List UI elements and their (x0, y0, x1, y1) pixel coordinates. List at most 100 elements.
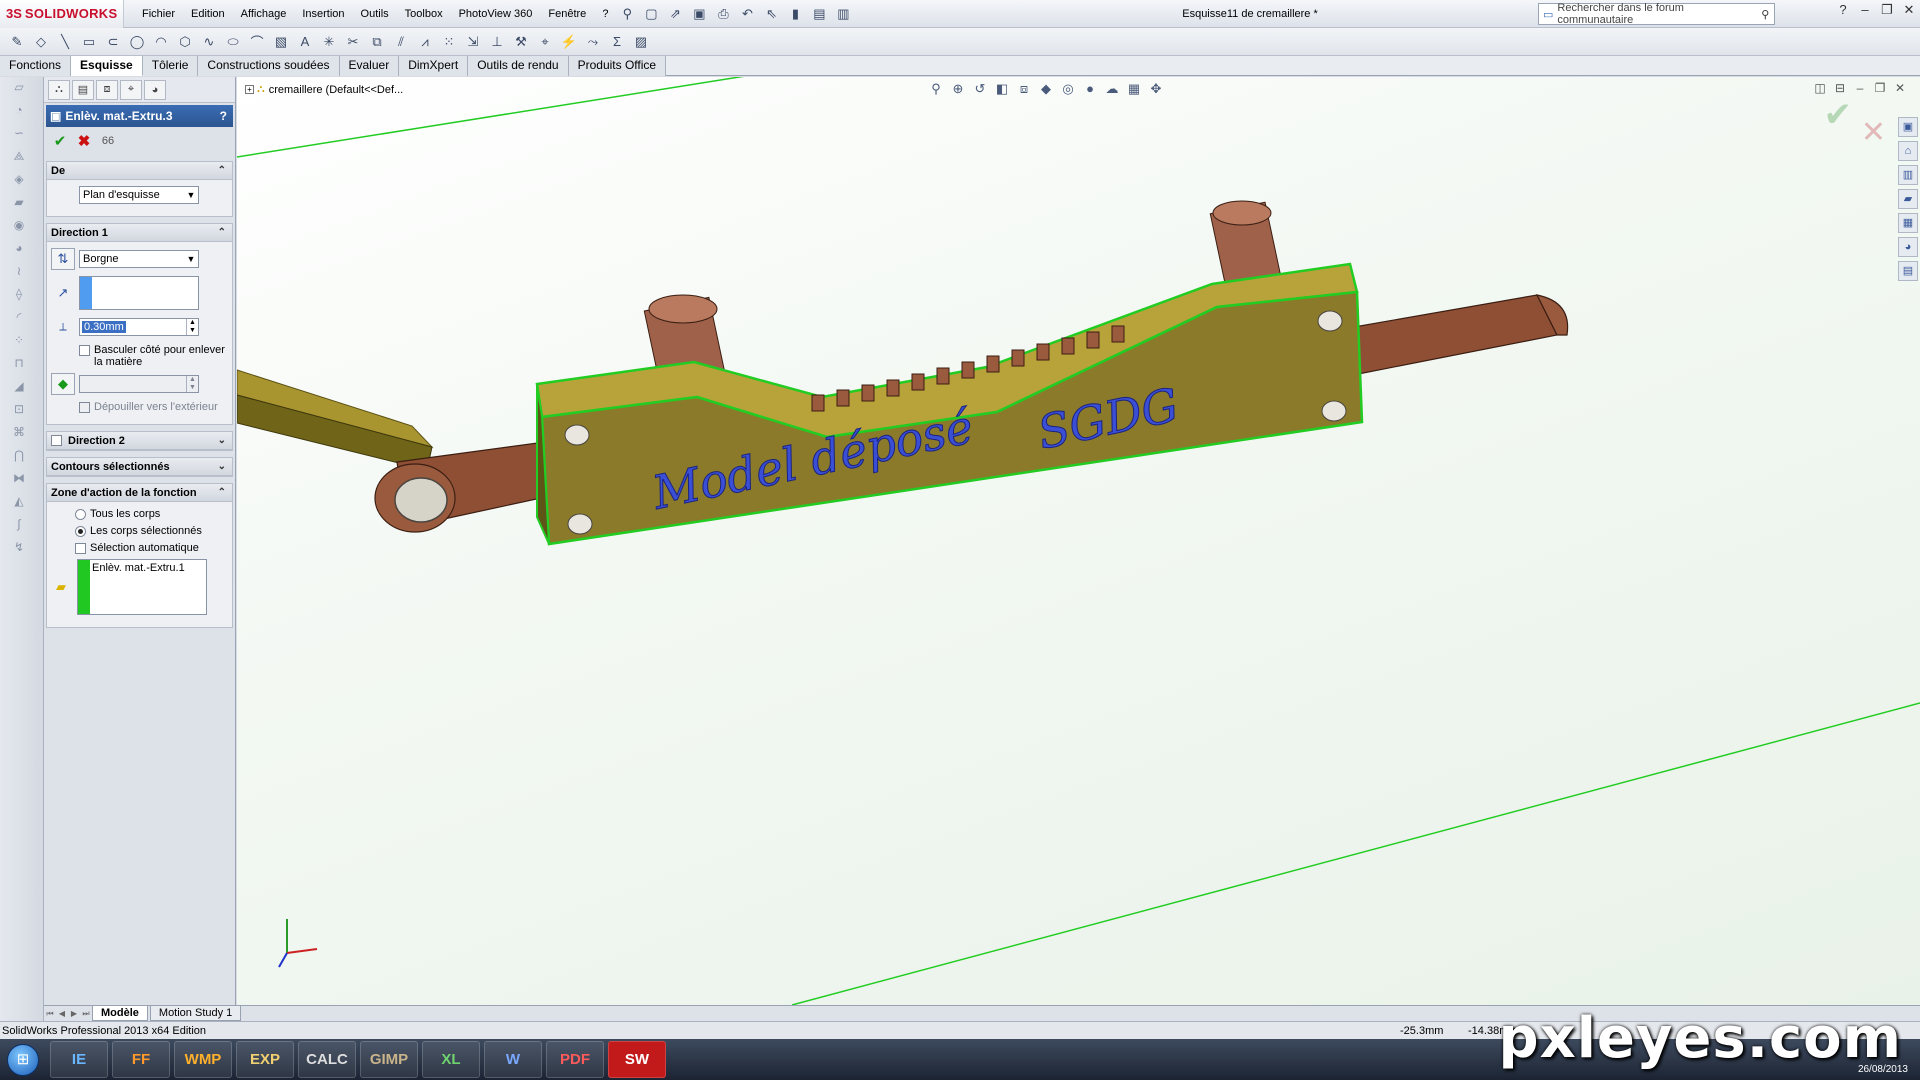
repair-icon[interactable]: ⚒ (510, 31, 532, 53)
configuration-manager-icon[interactable]: ⧈ (96, 79, 118, 100)
menu-insertion[interactable]: Insertion (294, 3, 352, 25)
pattern-icon[interactable]: ⁙ (438, 31, 460, 53)
spline-icon[interactable]: ∿ (198, 31, 220, 53)
collapse-icon[interactable]: ⌃ (218, 487, 226, 498)
mirror-feature-icon[interactable]: ⧓ (8, 471, 30, 491)
tab-constructions-soudees[interactable]: Constructions soudées (198, 56, 340, 76)
arc-icon[interactable]: ◠ (150, 31, 172, 53)
radio-button[interactable] (75, 509, 86, 520)
tab-dimxpert[interactable]: DimXpert (399, 56, 469, 76)
tile-view-icon[interactable]: ⊟ (1830, 81, 1850, 95)
all-bodies-radio[interactable]: Tous les corps (75, 508, 228, 520)
text-icon[interactable]: A (294, 31, 316, 53)
design-library-icon[interactable]: ▥ (1898, 165, 1918, 185)
slot-icon[interactable]: ⊂ (102, 31, 124, 53)
radio-button[interactable] (75, 526, 86, 537)
point-icon[interactable]: ✳ (318, 31, 340, 53)
expand-tree-icon[interactable]: + (245, 85, 254, 94)
menu-affichage[interactable]: Affichage (233, 3, 295, 25)
feature-manager-icon[interactable]: ⛬ (48, 79, 70, 100)
help-button[interactable]: ? (220, 109, 227, 123)
restore-icon[interactable]: ❐ (1876, 2, 1898, 18)
menu-help[interactable]: ? (594, 3, 616, 25)
move-entities-icon[interactable]: ⇲ (462, 31, 484, 53)
checkbox-box[interactable] (75, 543, 86, 554)
expand-icon[interactable]: ⌄ (218, 461, 226, 472)
minimize-icon[interactable]: – (1854, 2, 1876, 18)
tab-produits-office[interactable]: Produits Office (568, 56, 667, 76)
circle-icon[interactable]: ◯ (126, 31, 148, 53)
direction2-checkbox[interactable] (51, 435, 62, 446)
apply-scene-icon[interactable]: ☁ (1101, 81, 1123, 97)
group-direction1-header[interactable]: Direction 1 ⌃ (47, 224, 232, 242)
zoom-to-area-icon[interactable]: ⊕ (947, 81, 969, 97)
from-select[interactable]: Plan d'esquisse ▼ (79, 186, 199, 204)
prev-tab-icon[interactable]: ◀ (56, 1009, 68, 1018)
line-icon[interactable]: ╲ (54, 31, 76, 53)
menu-photoview[interactable]: PhotoView 360 (451, 3, 541, 25)
quick-snaps-icon[interactable]: ⌖ (534, 31, 556, 53)
view-orientation-icon[interactable]: ⧈ (1013, 81, 1035, 97)
ellipse-icon[interactable]: ⬭ (222, 31, 244, 53)
menu-toolbox[interactable]: Toolbox (397, 3, 451, 25)
bodies-listbox[interactable]: Enlèv. mat.-Extru.1 (77, 559, 207, 615)
last-tab-icon[interactable]: ⏭ (80, 1009, 92, 1019)
ok-button[interactable]: ✔ (48, 132, 72, 150)
fillet-feature-icon[interactable]: ◜ (8, 310, 30, 330)
taskbar-app-calculator[interactable]: CALC (298, 1041, 356, 1078)
image-icon[interactable]: ▨ (630, 31, 652, 53)
confirmation-cancel-icon[interactable]: ✕ (1861, 115, 1886, 150)
view-palette-icon[interactable]: ▦ (1898, 213, 1918, 233)
home-icon[interactable]: ⌂ (1898, 141, 1918, 161)
tab-outils-de-rendu[interactable]: Outils de rendu (468, 56, 569, 76)
new-document-icon[interactable]: ▢ (640, 3, 662, 25)
hide-show-items-icon[interactable]: ◎ (1057, 81, 1079, 97)
minimize-view-icon[interactable]: – (1850, 81, 1870, 95)
section-view-icon[interactable]: ◧ (991, 81, 1013, 97)
sum-icon[interactable]: Σ (606, 31, 628, 53)
first-tab-icon[interactable]: ⏮ (44, 1009, 56, 1019)
rectangle-icon[interactable]: ▭ (78, 31, 100, 53)
edit-appearance-icon[interactable]: ● (1079, 81, 1101, 97)
checkbox-box[interactable] (79, 345, 90, 356)
extruded-cut-icon[interactable]: ▰ (8, 195, 30, 215)
flip-side-checkbox[interactable]: Basculer côté pour enlever la matière (51, 344, 228, 368)
save-icon[interactable]: ▣ (688, 3, 710, 25)
search-input[interactable]: ▭ Rechercher dans le forum communautaire… (1538, 2, 1775, 26)
sketch-icon[interactable]: ✎ (6, 31, 28, 53)
spin-arrows-icon[interactable]: ▲ ▼ (186, 376, 198, 392)
tab-tolerie[interactable]: Tôlerie (142, 56, 199, 76)
draft-angle-input[interactable]: ▲ ▼ (79, 375, 199, 393)
tree-root-label[interactable]: cremaillere (Default<<Def... (269, 84, 404, 96)
tab-esquisse[interactable]: Esquisse (71, 56, 143, 76)
reference-geometry-icon[interactable]: ◭ (8, 494, 30, 514)
extruded-boss-icon[interactable]: ▱ (8, 80, 30, 100)
tab-evaluer[interactable]: Evaluer (339, 56, 400, 76)
taskbar-app-firefox[interactable]: FF (112, 1041, 170, 1078)
convert-entities-icon[interactable]: ⧉ (366, 31, 388, 53)
shell-icon[interactable]: ⊡ (8, 402, 30, 422)
file-explorer-icon[interactable]: ▰ (1898, 189, 1918, 209)
taskbar-app-media-player[interactable]: WMP (174, 1041, 232, 1078)
restore-view-icon[interactable]: ❐ (1870, 81, 1890, 95)
spin-arrows-icon[interactable]: ▲ ▼ (186, 319, 198, 335)
draft-outward-checkbox[interactable]: Dépouiller vers l'extérieur (51, 401, 228, 413)
lofted-cut-icon[interactable]: ⟠ (8, 287, 30, 307)
close-icon[interactable]: ✕ (1898, 2, 1920, 18)
close-view-icon[interactable]: ✕ (1890, 81, 1910, 95)
start-button[interactable]: ⊞ (0, 1039, 46, 1080)
collapse-icon[interactable]: ⌃ (218, 227, 226, 238)
polygon-icon[interactable]: ⬡ (174, 31, 196, 53)
auto-select-checkbox[interactable]: Sélection automatique (75, 542, 228, 554)
previous-view-icon[interactable]: ↺ (969, 81, 991, 97)
group-feature-scope-header[interactable]: Zone d'action de la fonction ⌃ (47, 484, 232, 502)
smart-dimension-icon[interactable]: ◇ (30, 31, 52, 53)
detailed-preview-button[interactable]: 66 (96, 135, 120, 147)
help-icon[interactable]: ? (1832, 2, 1854, 18)
depth-input[interactable]: 0.30mm ▲ ▼ (79, 318, 199, 336)
resources-icon[interactable]: ▣ (1898, 117, 1918, 137)
search-icon[interactable]: ⚲ (1757, 8, 1774, 21)
display-manager-icon[interactable]: ◕ (144, 79, 166, 100)
print-icon[interactable]: ⎙ (712, 3, 734, 25)
tab-modele[interactable]: Modèle (92, 1006, 148, 1021)
